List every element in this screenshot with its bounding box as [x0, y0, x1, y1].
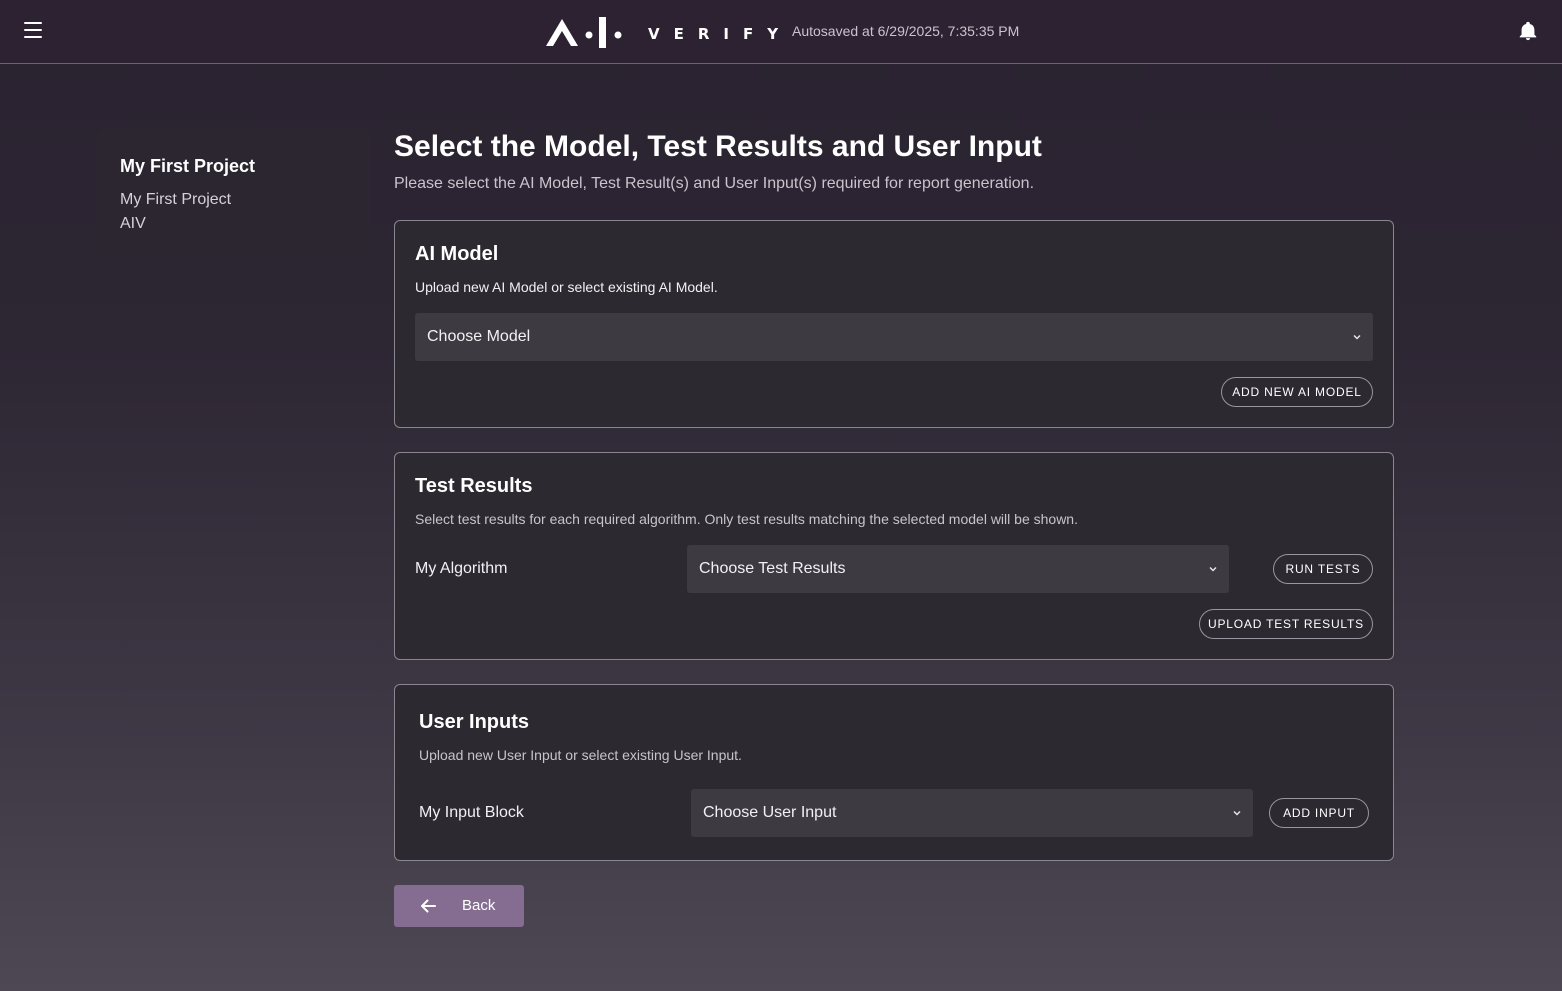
ai-model-title: AI Model [415, 243, 499, 265]
model-select-value: Choose Model [427, 328, 531, 345]
user-inputs-title: User Inputs [419, 711, 530, 733]
project-name: My First Project [120, 191, 232, 208]
test-results-title: Test Results [415, 475, 533, 497]
aiverify-logo: VERIFY [544, 16, 778, 50]
input-block-label: My Input Block [419, 804, 524, 821]
test-results-select-value: Choose Test Results [699, 560, 846, 577]
hamburger-menu-icon[interactable] [22, 19, 46, 41]
upload-test-results-button[interactable]: UPLOAD TEST RESULTS [1199, 609, 1373, 639]
test-results-card: Test Results Select test results for eac… [394, 452, 1394, 660]
user-input-select[interactable]: Choose User Input [691, 789, 1253, 837]
add-new-ai-model-button[interactable]: ADD NEW AI MODEL [1221, 377, 1373, 407]
page-title: Select the Model, Test Results and User … [394, 130, 1042, 163]
model-select[interactable]: Choose Model [415, 313, 1373, 361]
bell-icon[interactable] [1517, 20, 1539, 42]
back-button-label: Back [462, 897, 496, 914]
arrow-left-icon [421, 899, 436, 913]
user-inputs-description: Upload new User Input or select existing… [419, 747, 742, 763]
autosave-status: Autosaved at 6/29/2025, 7:35:35 PM [792, 23, 1020, 39]
test-results-description: Select test results for each required al… [415, 511, 1078, 527]
add-input-button[interactable]: ADD INPUT [1269, 798, 1369, 828]
test-results-select[interactable]: Choose Test Results [687, 545, 1229, 593]
ai-model-card: AI Model Upload new AI Model or select e… [394, 220, 1394, 428]
logo-mark-icon [546, 17, 622, 48]
project-sidebar: My First Project My First Project AIV [96, 128, 370, 260]
page-subtitle: Please select the AI Model, Test Result(… [394, 175, 1035, 192]
chevron-down-icon [1353, 334, 1361, 340]
user-input-select-value: Choose User Input [703, 804, 837, 821]
logo-text: VERIFY [648, 25, 793, 43]
chevron-down-icon [1233, 810, 1241, 816]
ai-model-description: Upload new AI Model or select existing A… [415, 279, 718, 295]
project-description: AIV [120, 215, 146, 232]
run-tests-button[interactable]: RUN TESTS [1273, 554, 1373, 584]
project-title: My First Project [120, 156, 256, 176]
chevron-down-icon [1209, 566, 1217, 572]
user-inputs-card: User Inputs Upload new User Input or sel… [394, 684, 1394, 861]
top-header: VERIFY Autosaved at 6/29/2025, 7:35:35 P… [0, 0, 1562, 64]
algorithm-label: My Algorithm [415, 560, 508, 577]
back-button[interactable]: Back [394, 885, 524, 927]
